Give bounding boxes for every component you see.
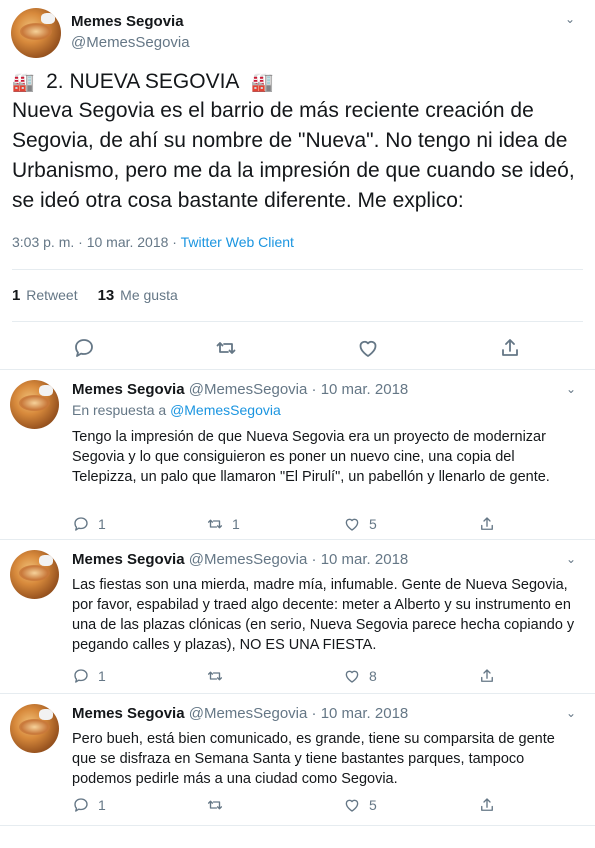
reply-action[interactable]: 1 — [72, 514, 106, 534]
avatar[interactable] — [10, 380, 59, 429]
author-name[interactable]: Memes Segovia — [71, 13, 184, 30]
like-action[interactable]: 8 — [343, 666, 377, 686]
tweet-headline: 🏭 2. NUEVA SEGOVIA 🏭 — [12, 68, 274, 96]
chevron-down-icon[interactable]: ⌄ — [566, 706, 576, 720]
reply-icon — [72, 515, 90, 533]
chevron-down-icon[interactable]: ⌄ — [566, 382, 576, 396]
reply-header: Memes Segovia @MemesSegovia · 10 mar. 20… — [72, 551, 409, 568]
in-reply-to: En respuesta a @MemesSegovia — [72, 402, 281, 418]
likes-count: 13 — [97, 287, 115, 304]
retweet-action[interactable] — [206, 795, 232, 815]
reply-icon[interactable] — [72, 336, 96, 360]
reply-date[interactable]: 10 mar. 2018 — [321, 705, 409, 722]
reply-count: 1 — [98, 516, 106, 532]
reply-count: 1 — [98, 668, 106, 684]
likes-label: Me gusta — [120, 287, 178, 303]
reply-header: Memes Segovia @MemesSegovia · 10 mar. 20… — [72, 381, 409, 398]
avatar[interactable] — [11, 8, 61, 58]
like-icon — [343, 515, 361, 533]
tweet-actions — [0, 336, 595, 360]
author-handle[interactable]: @MemesSegovia — [189, 381, 308, 398]
author-name[interactable]: Memes Segovia — [72, 705, 185, 722]
reply-text: Pero bueh, está bien comunicado, es gran… — [72, 731, 555, 787]
share-action[interactable] — [478, 666, 496, 686]
tweet-stats: 1 Retweet 13 Me gusta — [12, 287, 178, 304]
like-icon[interactable] — [356, 336, 380, 360]
author-name[interactable]: Memes Segovia — [72, 381, 185, 398]
avatar[interactable] — [10, 704, 59, 753]
reply-tweet[interactable]: Memes Segovia @MemesSegovia · 10 mar. 20… — [0, 540, 595, 694]
reply-tweet[interactable]: Memes Segovia @MemesSegovia · 10 mar. 20… — [0, 694, 595, 826]
reply-icon — [72, 796, 90, 814]
retweet-count: 1 — [232, 516, 240, 532]
likes-stat[interactable]: 13 Me gusta — [97, 287, 178, 304]
mention-link[interactable]: @MemesSegovia — [170, 402, 281, 418]
tweet-meta: 3:03 p. m. · 10 mar. 2018 · Twitter Web … — [12, 234, 294, 250]
in-reply-label: En respuesta a — [72, 402, 171, 418]
share-icon[interactable] — [498, 336, 522, 360]
timestamp[interactable]: 3:03 p. m. · 10 mar. 2018 · — [12, 234, 181, 250]
retweet-action[interactable] — [206, 666, 232, 686]
reply-actions: 1 5 — [72, 795, 572, 815]
reply-actions: 1 1 5 — [72, 514, 572, 534]
chevron-down-icon[interactable]: ⌄ — [566, 552, 576, 566]
like-count: 8 — [369, 668, 377, 684]
reply-tweet[interactable]: Memes Segovia @MemesSegovia · 10 mar. 20… — [0, 370, 595, 540]
share-icon — [478, 667, 496, 685]
client-link[interactable]: Twitter Web Client — [181, 234, 294, 250]
author-handle[interactable]: @MemesSegovia — [189, 705, 308, 722]
chevron-down-icon[interactable]: ⌄ — [565, 12, 575, 26]
reply-actions: 1 8 — [72, 666, 572, 686]
like-icon — [343, 796, 361, 814]
headline-text: 2. NUEVA SEGOVIA — [46, 70, 240, 93]
reply-header: Memes Segovia @MemesSegovia · 10 mar. 20… — [72, 705, 409, 722]
reply-date[interactable]: 10 mar. 2018 — [321, 381, 409, 398]
like-count: 5 — [369, 797, 377, 813]
retweet-icon — [206, 796, 224, 814]
retweets-count: 1 — [12, 287, 21, 304]
reply-action[interactable]: 1 — [72, 666, 106, 686]
reply-count: 1 — [98, 797, 106, 813]
avatar[interactable] — [10, 550, 59, 599]
like-action[interactable]: 5 — [343, 795, 377, 815]
divider — [12, 269, 583, 270]
reply-text: Tengo la impresión de que Nueva Segovia … — [72, 429, 550, 485]
like-action[interactable]: 5 — [343, 514, 377, 534]
factory-icon: 🏭 — [251, 72, 274, 92]
author-handle[interactable]: @MemesSegovia — [189, 551, 308, 568]
main-tweet: Memes Segovia @MemesSegovia ⌄ 🏭 2. NUEVA… — [0, 0, 595, 370]
retweet-action[interactable]: 1 — [206, 514, 240, 534]
tweet-body: Nueva Segovia es el barrio de más recien… — [12, 99, 575, 212]
reply-date[interactable]: 10 mar. 2018 — [321, 551, 409, 568]
like-count: 5 — [369, 516, 377, 532]
retweets-label: Retweet — [26, 287, 78, 303]
retweet-icon — [206, 515, 224, 533]
reply-text: Las fiestas son una mierda, madre mía, i… — [72, 577, 575, 653]
share-icon — [478, 515, 496, 533]
author-name[interactable]: Memes Segovia — [72, 551, 185, 568]
share-action[interactable] — [478, 514, 496, 534]
share-icon — [478, 796, 496, 814]
share-action[interactable] — [478, 795, 496, 815]
reply-icon — [72, 667, 90, 685]
factory-icon: 🏭 — [12, 72, 35, 92]
divider — [12, 321, 583, 322]
reply-action[interactable]: 1 — [72, 795, 106, 815]
author-handle[interactable]: @MemesSegovia — [71, 34, 190, 51]
retweet-icon — [206, 667, 224, 685]
like-icon — [343, 667, 361, 685]
retweets-stat[interactable]: 1 Retweet — [12, 287, 78, 304]
retweet-icon[interactable] — [214, 336, 238, 360]
